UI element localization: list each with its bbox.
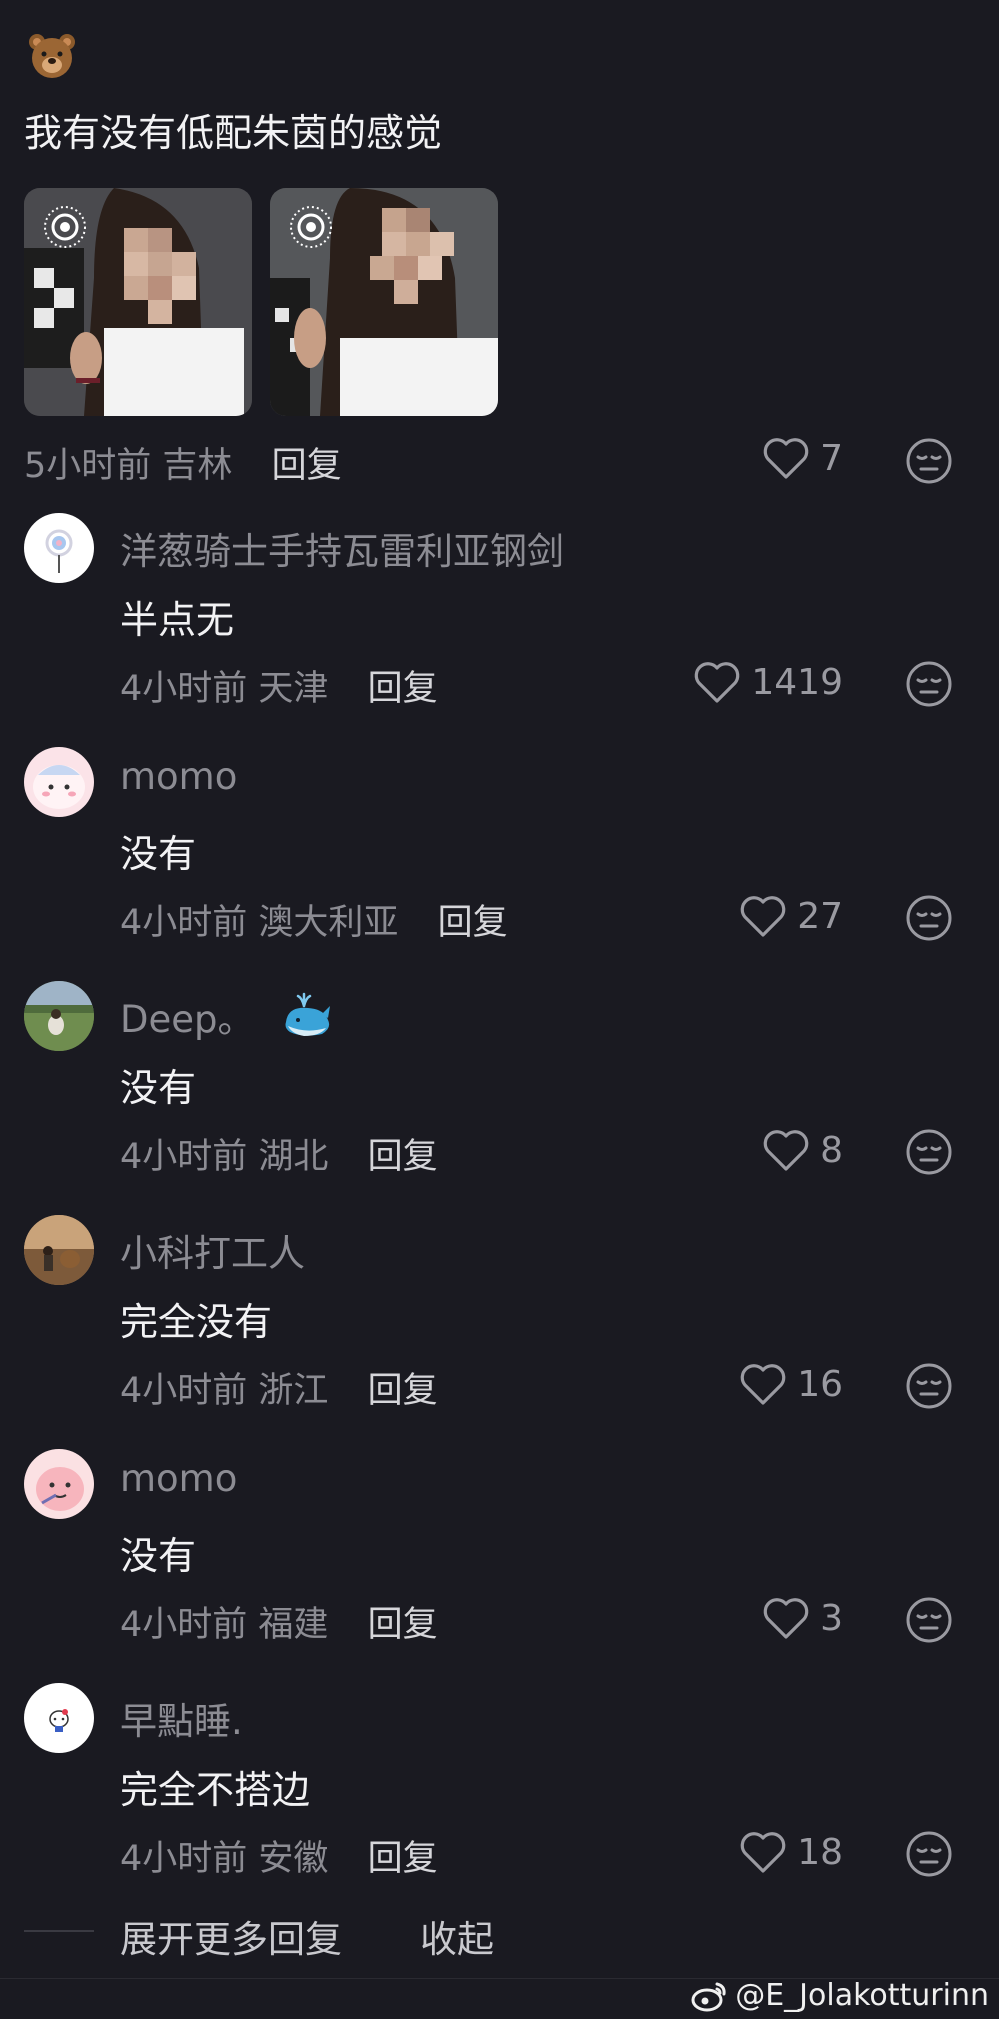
comment-meta: 4小时前 湖北 回复 (120, 1128, 438, 1179)
comment-text: 没有 (120, 832, 197, 876)
bear-emoji-icon (29, 34, 75, 78)
post-like-button[interactable]: 7 (762, 436, 843, 480)
post-reply-button[interactable]: 回复 (272, 446, 342, 486)
comment-location: 福建 (258, 1605, 329, 1645)
dislike-face-icon[interactable] (905, 1596, 953, 1644)
heart-icon (763, 438, 809, 479)
comment-username[interactable]: momo (120, 1457, 237, 1500)
comment-meta: 4小时前 浙江 回复 (120, 1362, 438, 1413)
comment-text: 半点无 (120, 598, 235, 642)
avatar[interactable] (24, 1683, 94, 1753)
comment-meta: 4小时前 福建 回复 (120, 1596, 438, 1647)
avatar[interactable] (24, 1215, 94, 1285)
post-text: 我有没有低配朱茵的感觉 (24, 111, 443, 155)
comment-time: 4小时前 (120, 1605, 248, 1645)
avatar[interactable] (24, 747, 94, 817)
comment-location: 安徽 (258, 1839, 329, 1879)
comment-like-button[interactable]: 1419 (693, 660, 843, 704)
comment-username-text: Deep。 (120, 998, 255, 1041)
post-like-count: 7 (820, 437, 843, 479)
comment-reply-button[interactable]: 回复 (368, 669, 438, 709)
comment-time: 4小时前 (120, 903, 248, 943)
comment-time: 4小时前 (120, 1137, 248, 1177)
heart-icon (695, 662, 740, 703)
comment-username[interactable]: 早點睡. (120, 1691, 243, 1745)
post-time: 5小时前 (24, 446, 152, 486)
dislike-face-icon[interactable] (905, 1128, 953, 1176)
comment-like-button[interactable]: 3 (762, 1596, 843, 1640)
comment-username[interactable]: Deep。 (120, 989, 334, 1043)
collapse-button[interactable]: 收起 (420, 1909, 494, 1963)
comment-like-count: 16 (797, 1363, 843, 1405)
comment-reply-button[interactable]: 回复 (438, 903, 508, 943)
comment-text: 完全没有 (120, 1300, 273, 1344)
live-photo-icon (44, 206, 86, 248)
live-photo-icon (290, 206, 332, 248)
whale-emoji-icon (285, 992, 331, 1036)
comment-like-count: 18 (797, 1831, 843, 1873)
post-location: 吉林 (162, 446, 233, 486)
avatar[interactable] (24, 1449, 94, 1519)
divider (24, 1930, 94, 1932)
comment-reply-button[interactable]: 回复 (368, 1839, 438, 1879)
dislike-face-icon[interactable] (905, 660, 953, 708)
comment-text: 完全不搭边 (120, 1768, 311, 1812)
dislike-face-icon[interactable] (905, 894, 953, 942)
post-image-1[interactable] (24, 188, 252, 416)
comment-meta: 4小时前 天津 回复 (120, 660, 438, 711)
comment-like-count: 27 (797, 895, 843, 937)
dislike-face-icon[interactable] (905, 1830, 953, 1878)
comment-like-button[interactable]: 27 (739, 894, 843, 938)
comment-time: 4小时前 (120, 1839, 248, 1879)
comment-reply-button[interactable]: 回复 (368, 1137, 438, 1177)
comment-like-count: 3 (820, 1597, 843, 1639)
post-image-2[interactable] (270, 188, 498, 416)
comment-location: 天津 (258, 669, 329, 709)
comment-username[interactable]: 小科打工人 (120, 1223, 305, 1277)
comment-like-button[interactable]: 16 (739, 1362, 843, 1406)
expand-more-replies-button[interactable]: 展开更多回复 (120, 1909, 342, 1963)
heart-icon (740, 1832, 786, 1873)
dislike-face-icon[interactable] (905, 1362, 953, 1410)
watermark-text: @E_Jolakotturinn (735, 1978, 989, 2013)
comment-text: 没有 (120, 1534, 197, 1578)
comment-text: 没有 (120, 1066, 197, 1110)
comment-location: 澳大利亚 (258, 903, 399, 943)
heart-icon (740, 1364, 786, 1405)
heart-icon (763, 1598, 809, 1639)
comment-username[interactable]: momo (120, 755, 237, 798)
comment-reply-button[interactable]: 回复 (368, 1371, 438, 1411)
comment-like-count: 1419 (751, 661, 843, 703)
watermark: @E_Jolakotturinn (691, 1978, 989, 2013)
dislike-face-icon[interactable] (905, 437, 953, 485)
comment-like-button[interactable]: 18 (739, 1830, 843, 1874)
comment-meta: 4小时前 澳大利亚 回复 (120, 894, 508, 945)
comment-time: 4小时前 (120, 1371, 248, 1411)
heart-icon (763, 1130, 809, 1171)
avatar[interactable] (24, 981, 94, 1051)
comment-username[interactable]: 洋葱骑士手持瓦雷利亚钢剑 (120, 521, 564, 575)
post-meta: 5小时前 吉林 回复 (24, 437, 342, 488)
heart-icon (740, 896, 786, 937)
comment-like-button[interactable]: 8 (762, 1128, 843, 1172)
avatar[interactable] (24, 513, 94, 583)
weibo-logo-icon (691, 1982, 726, 2011)
comment-location: 浙江 (258, 1371, 329, 1411)
comment-location: 湖北 (258, 1137, 329, 1177)
comment-time: 4小时前 (120, 669, 248, 709)
comment-reply-button[interactable]: 回复 (368, 1605, 438, 1645)
comment-meta: 4小时前 安徽 回复 (120, 1830, 438, 1881)
comment-like-count: 8 (820, 1129, 843, 1171)
